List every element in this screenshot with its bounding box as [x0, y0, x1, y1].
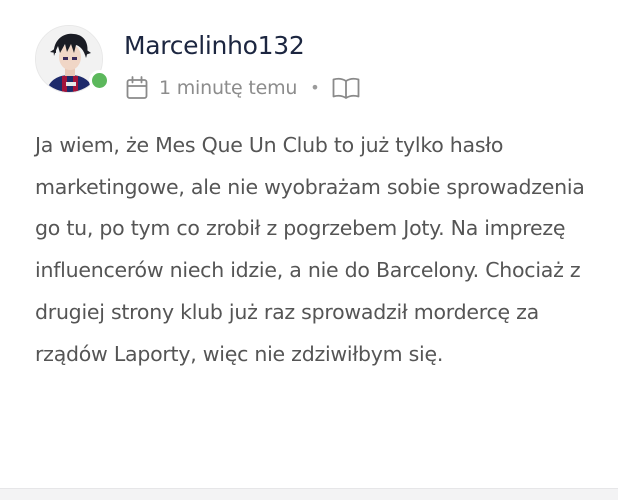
comment-meta: 1 minutę temu • [126, 74, 360, 102]
bottom-divider [0, 488, 618, 500]
comment-timestamp[interactable]: 1 minutę temu [159, 77, 297, 99]
meta-separator: • [310, 78, 320, 97]
open-book-icon[interactable] [332, 76, 360, 100]
author-username[interactable]: Marcelinho132 [124, 29, 305, 63]
comment-card: Marcelinho132 1 minutę temu • Ja wiem, ż… [0, 0, 618, 488]
calendar-icon [126, 76, 148, 99]
comment-body: Ja wiem, że Mes Que Un Club to już tylko… [35, 133, 585, 366]
online-status-indicator [89, 70, 110, 91]
